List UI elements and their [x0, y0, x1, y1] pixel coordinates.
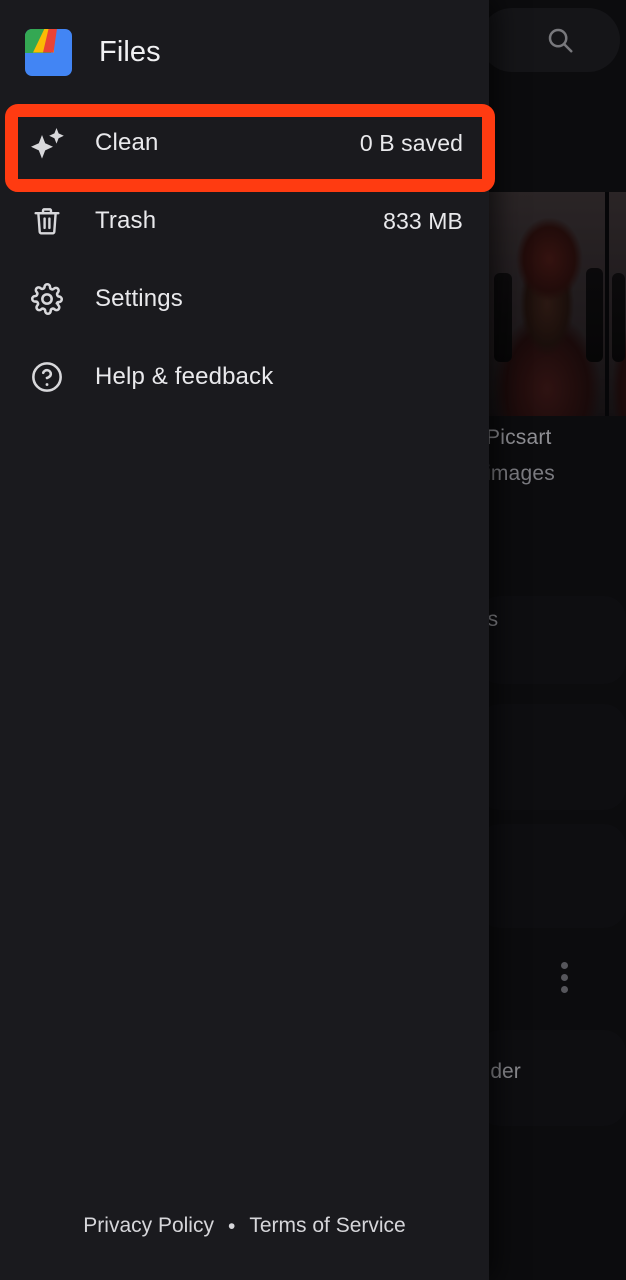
- background-label-images: images: [486, 462, 555, 485]
- gear-icon: [25, 277, 69, 321]
- background-label-picsart: Picsart: [486, 426, 552, 449]
- drawer-menu: Clean 0 B saved Trash 833 MB Settings He…: [0, 104, 489, 416]
- clean-saved-value: 0 B saved: [359, 129, 463, 156]
- trash-size-value: 833 MB: [383, 207, 463, 234]
- background-card[interactable]: [478, 704, 626, 810]
- files-app-logo-icon: [25, 28, 72, 76]
- drawer-item-label: Settings: [95, 285, 183, 312]
- drawer-item-settings[interactable]: Settings: [0, 260, 489, 338]
- trash-icon: [25, 199, 69, 243]
- drawer-footer: Privacy Policy • Terms of Service: [0, 1214, 489, 1238]
- drawer-item-trash[interactable]: Trash 833 MB: [0, 182, 489, 260]
- sparkle-icon: [25, 121, 69, 165]
- photo-thumbnail-strip[interactable]: [489, 192, 626, 416]
- drawer-item-label: Clean: [95, 129, 159, 156]
- footer-separator: •: [227, 1214, 236, 1238]
- photo-thumbnail[interactable]: [609, 192, 626, 416]
- navigation-drawer: Files Clean 0 B saved Trash 833 MB Setti…: [0, 0, 489, 1280]
- drawer-item-help-feedback[interactable]: Help & feedback: [0, 338, 489, 416]
- background-card[interactable]: [478, 596, 626, 684]
- drawer-header: Files: [0, 0, 489, 104]
- background-card[interactable]: [478, 824, 626, 928]
- drawer-item-clean[interactable]: Clean 0 B saved: [0, 104, 489, 182]
- app-screen: Picsart images es s older Files: [0, 0, 626, 1280]
- photo-thumbnail[interactable]: [489, 192, 605, 416]
- drawer-item-label: Help & feedback: [95, 363, 274, 390]
- search-icon[interactable]: [545, 25, 575, 55]
- terms-of-service-link[interactable]: Terms of Service: [249, 1214, 405, 1238]
- app-title: Files: [99, 35, 161, 68]
- privacy-policy-link[interactable]: Privacy Policy: [83, 1214, 214, 1238]
- help-circle-icon: [25, 355, 69, 399]
- drawer-item-label: Trash: [95, 207, 157, 234]
- kebab-menu-icon[interactable]: [561, 962, 568, 993]
